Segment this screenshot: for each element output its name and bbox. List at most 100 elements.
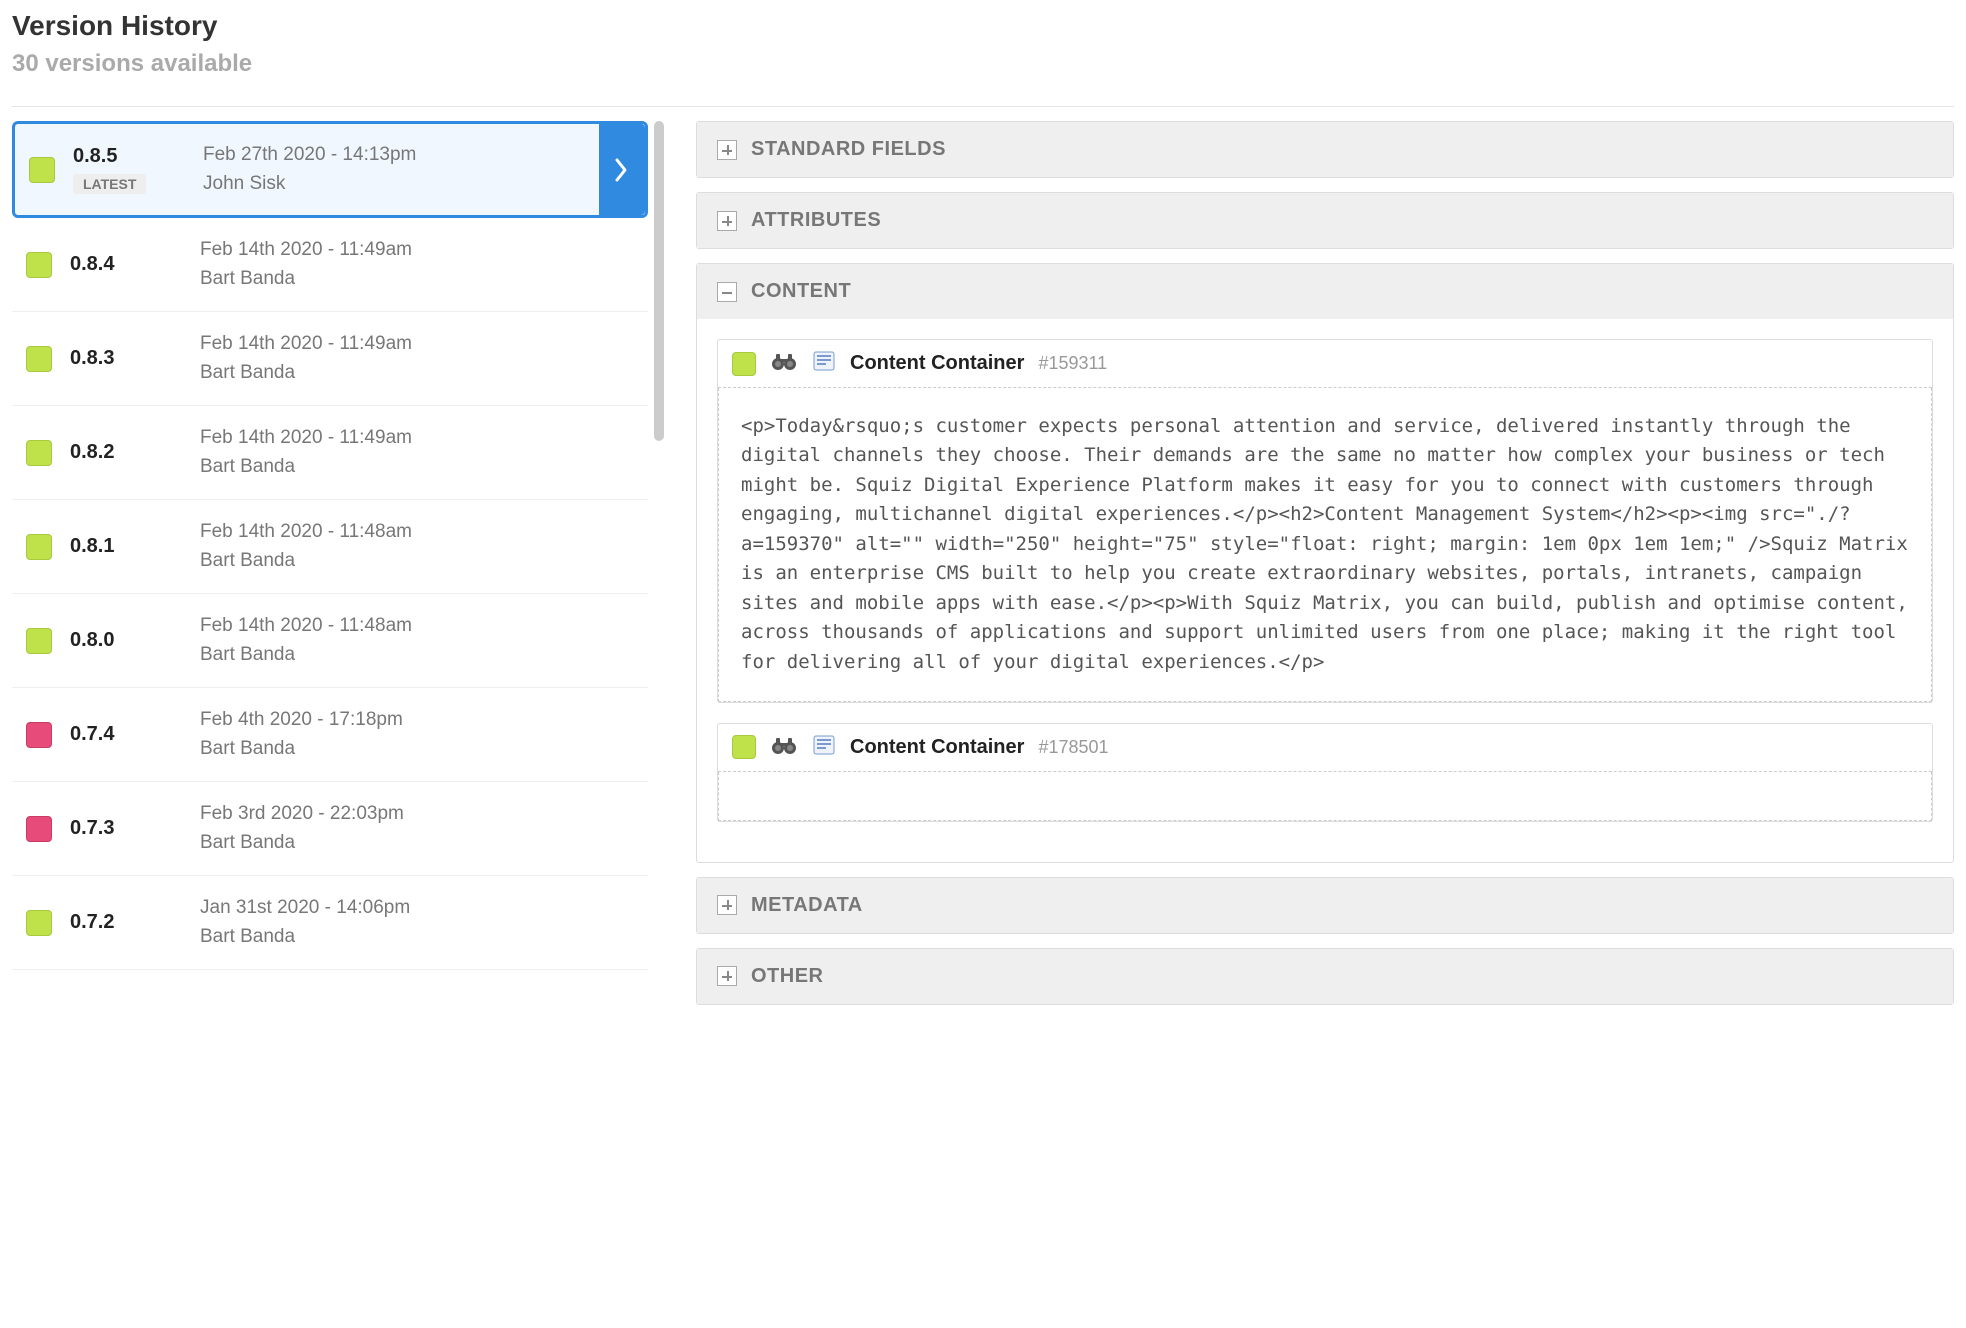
panel-title: CONTENT: [751, 280, 851, 303]
panel-other: OTHER: [696, 948, 1954, 1005]
version-item[interactable]: 0.8.3Feb 14th 2020 - 11:49amBart Banda: [12, 312, 648, 406]
version-item[interactable]: 0.8.2Feb 14th 2020 - 11:49amBart Banda: [12, 406, 648, 500]
version-item[interactable]: 0.8.5 LATEST Feb 27th 2020 - 14:13pmJohn S…: [12, 121, 648, 218]
version-date: Feb 3rd 2020 - 22:03pm: [200, 800, 634, 829]
content-container-body: <p>Today&rsquo;s customer expects person…: [718, 388, 1932, 702]
latest-badge: LATEST: [73, 174, 146, 194]
version-meta-col: Feb 14th 2020 - 11:49amBart Banda: [200, 330, 634, 387]
version-author: Bart Banda: [200, 735, 634, 764]
content-container-id: #178501: [1038, 737, 1108, 758]
version-number: 0.8.4: [70, 253, 200, 276]
status-square-icon: [26, 534, 52, 560]
version-number-col: 0.7.3: [70, 817, 200, 840]
version-author: Bart Banda: [200, 923, 634, 952]
version-meta-col: Feb 27th 2020 - 14:13pmJohn Sisk: [203, 141, 631, 198]
version-item[interactable]: 0.7.3Feb 3rd 2020 - 22:03pmBart Banda: [12, 782, 648, 876]
version-meta-col: Jan 31st 2020 - 14:06pmBart Banda: [200, 894, 634, 951]
binoculars-icon[interactable]: [770, 734, 798, 761]
version-date: Feb 4th 2020 - 17:18pm: [200, 706, 634, 735]
version-author: John Sisk: [203, 170, 631, 199]
expand-icon: [717, 211, 737, 231]
version-history-page: Version History 30 versions available 0.…: [0, 0, 1966, 1211]
version-meta-col: Feb 3rd 2020 - 22:03pmBart Banda: [200, 800, 634, 857]
version-number-col: 0.8.1: [70, 535, 200, 558]
version-meta-col: Feb 14th 2020 - 11:48amBart Banda: [200, 612, 634, 669]
page-title: Version History: [12, 10, 1954, 42]
content-container-card: Content Container #178501: [717, 723, 1933, 822]
version-number: 0.7.4: [70, 723, 200, 746]
version-number-col: 0.7.2: [70, 911, 200, 934]
expand-icon: [717, 140, 737, 160]
panel-metadata: METADATA: [696, 877, 1954, 934]
version-number: 0.8.0: [70, 629, 200, 652]
panel-header-attributes[interactable]: ATTRIBUTES: [697, 193, 1953, 248]
status-square-icon: [732, 735, 756, 759]
status-square-icon: [29, 157, 55, 183]
version-list: 0.8.5 LATEST Feb 27th 2020 - 14:13pmJohn S…: [12, 121, 648, 1201]
expand-icon: [717, 895, 737, 915]
version-author: Bart Banda: [200, 829, 634, 858]
status-square-icon: [732, 352, 756, 376]
version-date: Jan 31st 2020 - 14:06pm: [200, 894, 634, 923]
status-square-icon: [26, 722, 52, 748]
content-container-body: [718, 772, 1932, 821]
panel-title: ATTRIBUTES: [751, 209, 881, 232]
collapse-icon: [717, 282, 737, 302]
version-number-col: 0.8.0: [70, 629, 200, 652]
version-number: 0.8.1: [70, 535, 200, 558]
detail-pane: STANDARD FIELDS ATTRIBUTES CONTENT Conte…: [696, 121, 1954, 1201]
version-author: Bart Banda: [200, 547, 634, 576]
version-list-pane: 0.8.5 LATEST Feb 27th 2020 - 14:13pmJohn S…: [12, 121, 648, 1201]
version-date: Feb 14th 2020 - 11:49am: [200, 330, 634, 359]
content-container-title: Content Container: [850, 736, 1024, 759]
version-item[interactable]: 0.7.2Jan 31st 2020 - 14:06pmBart Banda: [12, 876, 648, 970]
document-icon[interactable]: [812, 350, 836, 377]
version-number: 0.8.2: [70, 441, 200, 464]
version-number: 0.7.3: [70, 817, 200, 840]
content-container-header[interactable]: Content Container #159311: [718, 340, 1932, 388]
version-meta-col: Feb 4th 2020 - 17:18pmBart Banda: [200, 706, 634, 763]
version-item[interactable]: 0.8.0Feb 14th 2020 - 11:48amBart Banda: [12, 594, 648, 688]
version-author: Bart Banda: [200, 265, 634, 294]
panel-title: STANDARD FIELDS: [751, 138, 946, 161]
version-number: 0.7.2: [70, 911, 200, 934]
status-square-icon: [26, 628, 52, 654]
status-square-icon: [26, 346, 52, 372]
panel-header-other[interactable]: OTHER: [697, 949, 1953, 1004]
scrollbar-thumb[interactable]: [654, 121, 664, 441]
content-container-header[interactable]: Content Container #178501: [718, 724, 1932, 772]
main-row: 0.8.5 LATEST Feb 27th 2020 - 14:13pmJohn S…: [12, 106, 1954, 1201]
version-item[interactable]: 0.7.4Feb 4th 2020 - 17:18pmBart Banda: [12, 688, 648, 782]
version-item[interactable]: 0.8.1Feb 14th 2020 - 11:48amBart Banda: [12, 500, 648, 594]
content-container-id: #159311: [1038, 353, 1107, 374]
panel-header-standard-fields[interactable]: STANDARD FIELDS: [697, 122, 1953, 177]
version-number: 0.8.5: [73, 145, 203, 168]
versions-count: 30 versions available: [12, 50, 1954, 78]
document-icon[interactable]: [812, 734, 836, 761]
panel-standard-fields: STANDARD FIELDS: [696, 121, 1954, 178]
content-container-title: Content Container: [850, 352, 1024, 375]
status-square-icon: [26, 440, 52, 466]
panel-header-metadata[interactable]: METADATA: [697, 878, 1953, 933]
version-date: Feb 14th 2020 - 11:49am: [200, 236, 634, 265]
version-date: Feb 27th 2020 - 14:13pm: [203, 141, 631, 170]
content-container-card: Content Container #159311 <p>Today&rsquo;s…: [717, 339, 1933, 703]
version-author: Bart Banda: [200, 453, 634, 482]
expand-icon: [717, 966, 737, 986]
panel-header-content[interactable]: CONTENT: [697, 264, 1953, 319]
version-date: Feb 14th 2020 - 11:49am: [200, 424, 634, 453]
version-item[interactable]: 0.8.4Feb 14th 2020 - 11:49amBart Banda: [12, 218, 648, 312]
version-number-col: 0.8.3: [70, 347, 200, 370]
panel-title: METADATA: [751, 894, 863, 917]
version-date: Feb 14th 2020 - 11:48am: [200, 612, 634, 641]
status-square-icon: [26, 910, 52, 936]
version-number-col: 0.8.2: [70, 441, 200, 464]
version-meta-col: Feb 14th 2020 - 11:49amBart Banda: [200, 236, 634, 293]
version-date: Feb 14th 2020 - 11:48am: [200, 518, 634, 547]
version-author: Bart Banda: [200, 641, 634, 670]
version-number: 0.8.3: [70, 347, 200, 370]
panel-body-content: Content Container #159311 <p>Today&rsquo;s…: [697, 319, 1953, 862]
chevron-right-icon[interactable]: [599, 124, 645, 215]
version-number-col: 0.8.4: [70, 253, 200, 276]
binoculars-icon[interactable]: [770, 350, 798, 377]
